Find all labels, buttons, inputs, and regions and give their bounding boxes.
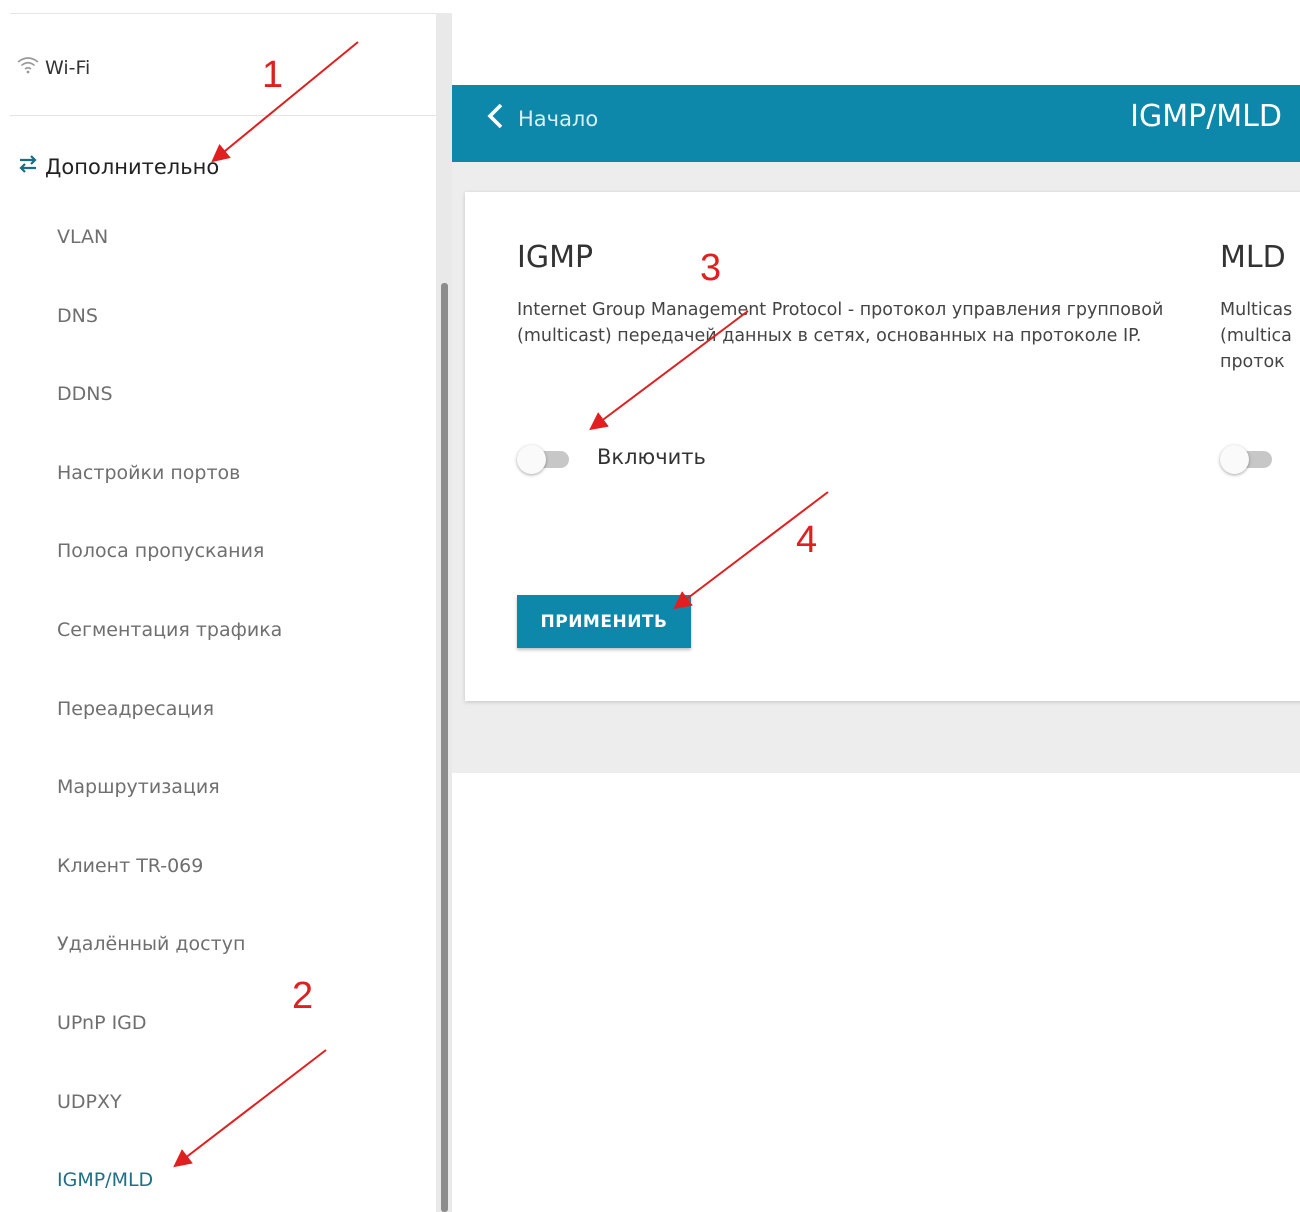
sidebar-item-ddns[interactable]: DDNS [57, 375, 282, 454]
igmp-enable-toggle[interactable] [517, 444, 571, 474]
sidebar-item-routing[interactable]: Маршрутизация [57, 768, 282, 847]
page-title: IGMP/MLD [1130, 99, 1282, 134]
annotation-number-1: 1 [262, 54, 284, 96]
mld-title: MLD [1220, 240, 1286, 275]
settings-card: IGMP Internet Group Management Protocol … [465, 192, 1300, 701]
sidebar-item-label: Wi-Fi [45, 56, 91, 79]
apply-button[interactable]: ПРИМЕНИТЬ [517, 595, 691, 648]
annotation-number-4: 4 [796, 519, 818, 561]
sidebar-item-forwarding[interactable]: Переадресация [57, 690, 282, 769]
igmp-description: Internet Group Management Protocol - про… [517, 300, 1164, 346]
chevron-left-icon [486, 103, 506, 134]
main-content: Начало IGMP/MLD IGMP Internet Group Mana… [452, 0, 1300, 1212]
back-link-label: Начало [518, 106, 599, 131]
back-link[interactable]: Начало [486, 103, 598, 134]
wifi-icon [17, 56, 39, 79]
sidebar-top-divider [10, 13, 436, 14]
sidebar-item-port-settings[interactable]: Настройки портов [57, 454, 282, 533]
annotation-number-3: 3 [700, 247, 722, 289]
transfer-arrows-icon [17, 154, 39, 179]
igmp-enable-label: Включить [597, 445, 706, 469]
sidebar-item-tr069-client[interactable]: Клиент TR-069 [57, 847, 282, 926]
igmp-title: IGMP [517, 240, 594, 275]
sidebar-section-advanced[interactable]: Дополнительно [17, 154, 219, 179]
mld-description-line: Multicas [1220, 300, 1293, 320]
mld-description-line: проток [1220, 352, 1285, 372]
sidebar-item-wifi[interactable]: Wi-Fi [17, 56, 90, 79]
mld-description: Multicas (multica проток [1220, 297, 1292, 375]
annotation-number-2: 2 [292, 975, 314, 1017]
sidebar-item-bandwidth[interactable]: Полоса пропускания [57, 532, 282, 611]
toggle-knob [1220, 445, 1249, 474]
sidebar-item-traffic-segmentation[interactable]: Сегментация трафика [57, 611, 282, 690]
sidebar-divider [10, 115, 436, 116]
sidebar-item-vlan[interactable]: VLAN [57, 218, 282, 297]
sidebar: Wi-Fi Дополнительно VLAN DNS DDNS Настро… [0, 0, 436, 1212]
sidebar-section-label: Дополнительно [45, 154, 220, 179]
sidebar-item-dns[interactable]: DNS [57, 297, 282, 376]
sidebar-scrollbar-thumb[interactable] [441, 283, 448, 1212]
sidebar-item-remote-access[interactable]: Удалённый доступ [57, 925, 282, 1004]
sidebar-submenu: VLAN DNS DDNS Настройки портов Полоса пр… [57, 218, 282, 1212]
sidebar-item-udpxy[interactable]: UDPXY [57, 1083, 282, 1162]
sidebar-item-upnp-igd[interactable]: UPnP IGD [57, 1004, 282, 1083]
sidebar-item-igmp-mld[interactable]: IGMP/MLD [57, 1161, 282, 1212]
page-header: Начало IGMP/MLD [452, 85, 1300, 162]
mld-description-line: (multica [1220, 326, 1292, 346]
mld-enable-toggle[interactable] [1220, 444, 1274, 474]
toggle-knob [517, 445, 546, 474]
